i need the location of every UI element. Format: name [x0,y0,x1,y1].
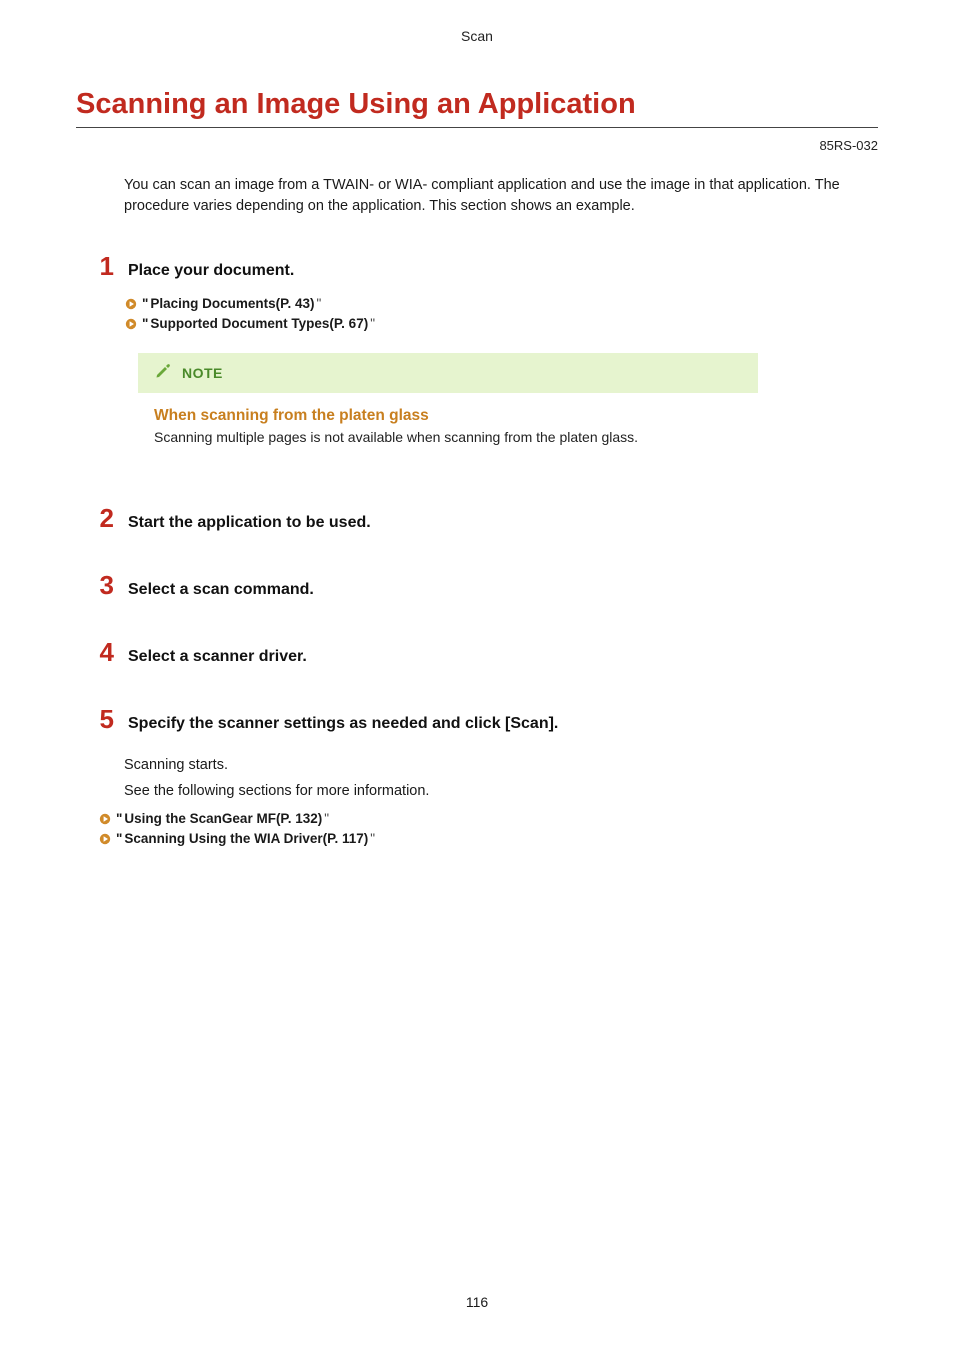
step-4: 4 Select a scanner driver. [96,639,878,666]
step-number: 5 [96,706,114,732]
quote-open: " [142,314,148,334]
step-text: Place your document. [128,262,294,280]
step-text: Start the application to be used. [128,514,371,532]
xref-link[interactable]: " Scanning Using the WIA Driver(P. 117) … [98,829,878,849]
step-2: 2 Start the application to be used. [96,505,878,532]
quote-close: " [316,294,321,314]
link-label: Using the ScanGear MF(P. 132) [124,809,322,829]
play-icon [124,297,138,311]
step-1: 1 Place your document. [96,253,878,280]
quote-open: " [116,829,122,849]
intro-paragraph: You can scan an image from a TWAIN- or W… [124,175,878,217]
note-body: When scanning from the platen glass Scan… [138,393,758,455]
document-page: Scan Scanning an Image Using an Applicat… [0,0,954,1350]
step-text: Specify the scanner settings as needed a… [128,715,558,733]
body-text: Scanning starts. [124,757,878,773]
quote-close: " [370,314,375,334]
step-number: 4 [96,639,114,665]
step-1-links: " Placing Documents(P. 43) " " Supported… [124,294,878,335]
quote-open: " [116,809,122,829]
page-title: Scanning an Image Using an Application [76,88,878,128]
link-label: Placing Documents(P. 43) [150,294,314,314]
step-number: 1 [96,253,114,279]
play-icon [124,317,138,331]
step-number: 2 [96,505,114,531]
body-text: See the following sections for more info… [124,783,878,799]
note-text: Scanning multiple pages is not available… [154,429,742,445]
quote-open: " [142,294,148,314]
page-number: 116 [0,1294,954,1310]
note-header: NOTE [138,353,758,393]
xref-link[interactable]: " Placing Documents(P. 43) " [124,294,878,314]
step-number: 3 [96,572,114,598]
xref-link[interactable]: " Using the ScanGear MF(P. 132) " [98,809,878,829]
pencil-icon [154,361,172,384]
document-id: 85RS-032 [76,138,878,153]
play-icon [98,832,112,846]
quote-close: " [370,829,375,849]
link-label: Scanning Using the WIA Driver(P. 117) [124,829,368,849]
step-5: 5 Specify the scanner settings as needed… [96,706,878,733]
step-text: Select a scan command. [128,581,314,599]
step-text: Select a scanner driver. [128,648,307,666]
step-3: 3 Select a scan command. [96,572,878,599]
play-icon [98,812,112,826]
section-header: Scan [76,28,878,44]
note-box: NOTE When scanning from the platen glass… [138,353,758,455]
note-label: NOTE [182,365,223,381]
step-5-followup: Scanning starts. See the following secti… [124,757,878,850]
link-label: Supported Document Types(P. 67) [150,314,368,334]
note-title: When scanning from the platen glass [154,407,742,425]
xref-link[interactable]: " Supported Document Types(P. 67) " [124,314,878,334]
quote-close: " [324,809,329,829]
